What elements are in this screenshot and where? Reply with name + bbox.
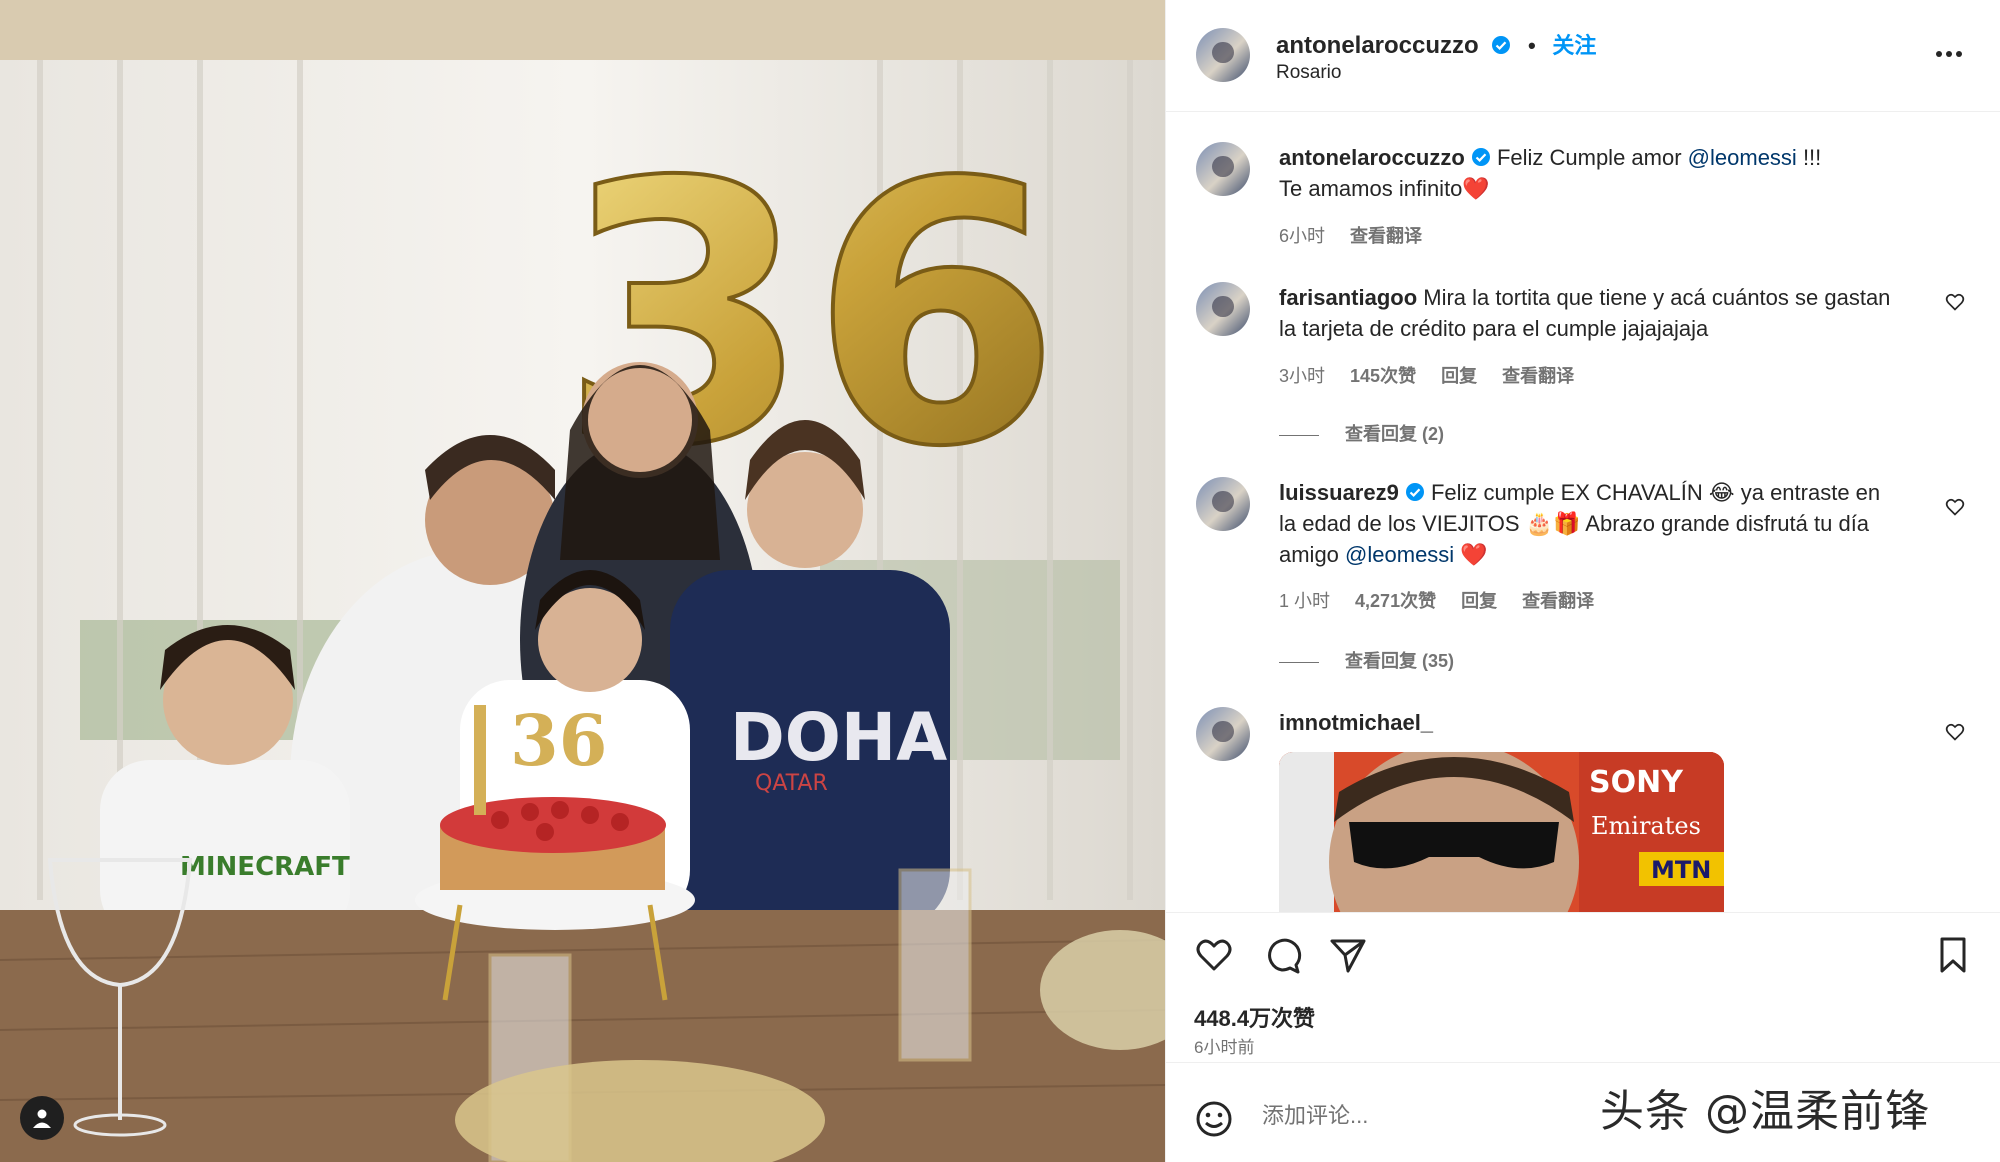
- likes-count[interactable]: 448.4万次赞: [1194, 1001, 1315, 1033]
- view-replies-label: 查看回复 (2): [1345, 424, 1444, 444]
- comment-reply-button[interactable]: 回复: [1461, 591, 1497, 611]
- comment-translate-link[interactable]: 查看翻译: [1502, 366, 1574, 386]
- comment-like-heart-icon[interactable]: [1945, 497, 1965, 517]
- cake-topper: 36: [510, 699, 607, 782]
- replies-divider-line: [1279, 661, 1319, 663]
- posted-time: 6小时前: [1194, 1038, 1255, 1057]
- post-photo: 36 DOHA QATAR MINECRAFT 36: [0, 0, 1165, 1162]
- more-options-icon[interactable]: [1934, 44, 1964, 64]
- comment-gif[interactable]: SONY Emirates MTN: [1279, 752, 1724, 912]
- comment-avatar[interactable]: [1196, 707, 1250, 761]
- view-replies-button[interactable]: 查看回复 (35): [1279, 647, 1454, 673]
- comment-mention[interactable]: @leomessi: [1345, 542, 1454, 567]
- comment-reply-button[interactable]: 回复: [1441, 366, 1477, 386]
- gif-mtn-text: MTN: [1651, 856, 1711, 884]
- user-tag-button[interactable]: [20, 1096, 64, 1140]
- comment-like-heart-icon[interactable]: [1945, 292, 1965, 312]
- post-side-panel: antonelaroccuzzo • 关注 Rosario antonelaro…: [1165, 0, 2000, 1162]
- post-image[interactable]: 36 DOHA QATAR MINECRAFT 36: [0, 0, 1165, 1162]
- comment-meta: 3小时 145次赞 回复 查看翻译: [1279, 362, 1594, 388]
- caption-translate-link[interactable]: 查看翻译: [1350, 226, 1422, 246]
- comment-text: luissuarez9 Feliz cumple EX CHAVALÍN 😂 y…: [1279, 477, 1899, 570]
- comment-avatar[interactable]: [1196, 282, 1250, 336]
- post-header: antonelaroccuzzo • 关注 Rosario: [1166, 0, 2000, 112]
- header-dot: •: [1528, 33, 1536, 58]
- caption-meta: 6小时 查看翻译: [1279, 222, 1442, 248]
- shirt-qatar: QATAR: [755, 771, 828, 796]
- comment-time: 1 小时: [1279, 591, 1331, 611]
- comment-avatar[interactable]: [1196, 477, 1250, 531]
- gif-sony-text: SONY: [1589, 765, 1684, 800]
- comment-translate-link[interactable]: 查看翻译: [1522, 591, 1594, 611]
- follow-button[interactable]: 关注: [1552, 33, 1596, 58]
- caption-avatar[interactable]: [1196, 142, 1250, 196]
- caption-verified-badge-icon: [1471, 148, 1490, 166]
- replies-divider-line: [1279, 434, 1319, 436]
- header-location[interactable]: Rosario: [1276, 62, 1341, 84]
- header-avatar[interactable]: [1196, 28, 1250, 82]
- gif-emirates-text: Emirates: [1591, 812, 1701, 840]
- comment-likes[interactable]: 4,271次赞: [1355, 591, 1436, 611]
- header-username[interactable]: antonelaroccuzzo: [1276, 32, 1479, 59]
- comment-bubble-icon[interactable]: [1262, 935, 1302, 975]
- shirt-minecraft: MINECRAFT: [180, 852, 350, 882]
- caption-time: 6小时: [1279, 226, 1326, 246]
- comment-meta: 1 小时 4,271次赞 回复 查看翻译: [1279, 587, 1614, 613]
- like-heart-icon[interactable]: [1194, 935, 1234, 975]
- caption-username[interactable]: antonelaroccuzzo: [1279, 145, 1465, 170]
- caption-text-1: Feliz Cumple amor: [1496, 145, 1682, 170]
- comment-username[interactable]: farisantiagoo: [1279, 285, 1417, 310]
- shirt-doha: DOHA: [730, 699, 947, 776]
- caption-mention[interactable]: @leomessi: [1688, 145, 1797, 170]
- user-icon: [33, 1109, 51, 1128]
- comment-time: 3小时: [1279, 366, 1326, 386]
- comment-verified-badge-icon: [1405, 483, 1424, 501]
- comment-username[interactable]: imnotmichael_: [1279, 710, 1433, 735]
- comments-list[interactable]: antonelaroccuzzo Feliz Cumple amor @leom…: [1166, 112, 2000, 912]
- gif-image: SONY Emirates MTN: [1279, 752, 1724, 912]
- comment-likes[interactable]: 145次赞: [1350, 366, 1416, 386]
- header-user-row: antonelaroccuzzo • 关注: [1276, 28, 1596, 60]
- view-replies-label: 查看回复 (35): [1345, 651, 1455, 671]
- caption-line-2: Te amamos infinito❤️: [1279, 176, 1490, 201]
- share-send-icon[interactable]: [1328, 935, 1368, 975]
- verified-badge-icon: [1492, 36, 1511, 54]
- emoji-icon[interactable]: [1194, 1099, 1234, 1139]
- caption-text-2: !!!: [1802, 145, 1822, 170]
- watermark-text: 头条 @温柔前锋: [1600, 1086, 1930, 1137]
- comment-text: imnotmichael_: [1279, 707, 1899, 738]
- view-replies-button[interactable]: 查看回复 (2): [1279, 420, 1444, 446]
- comment-text: farisantiagoo Mira la tortita que tiene …: [1279, 282, 1899, 344]
- post-actions: 448.4万次赞 6小时前: [1166, 912, 2000, 1062]
- comment-like-heart-icon[interactable]: [1945, 722, 1965, 742]
- caption-text: antonelaroccuzzo Feliz Cumple amor @leom…: [1279, 142, 1899, 204]
- comment-username[interactable]: luissuarez9: [1279, 480, 1399, 505]
- comment-body-2: ❤️: [1460, 542, 1488, 567]
- save-bookmark-icon[interactable]: [1933, 935, 1973, 975]
